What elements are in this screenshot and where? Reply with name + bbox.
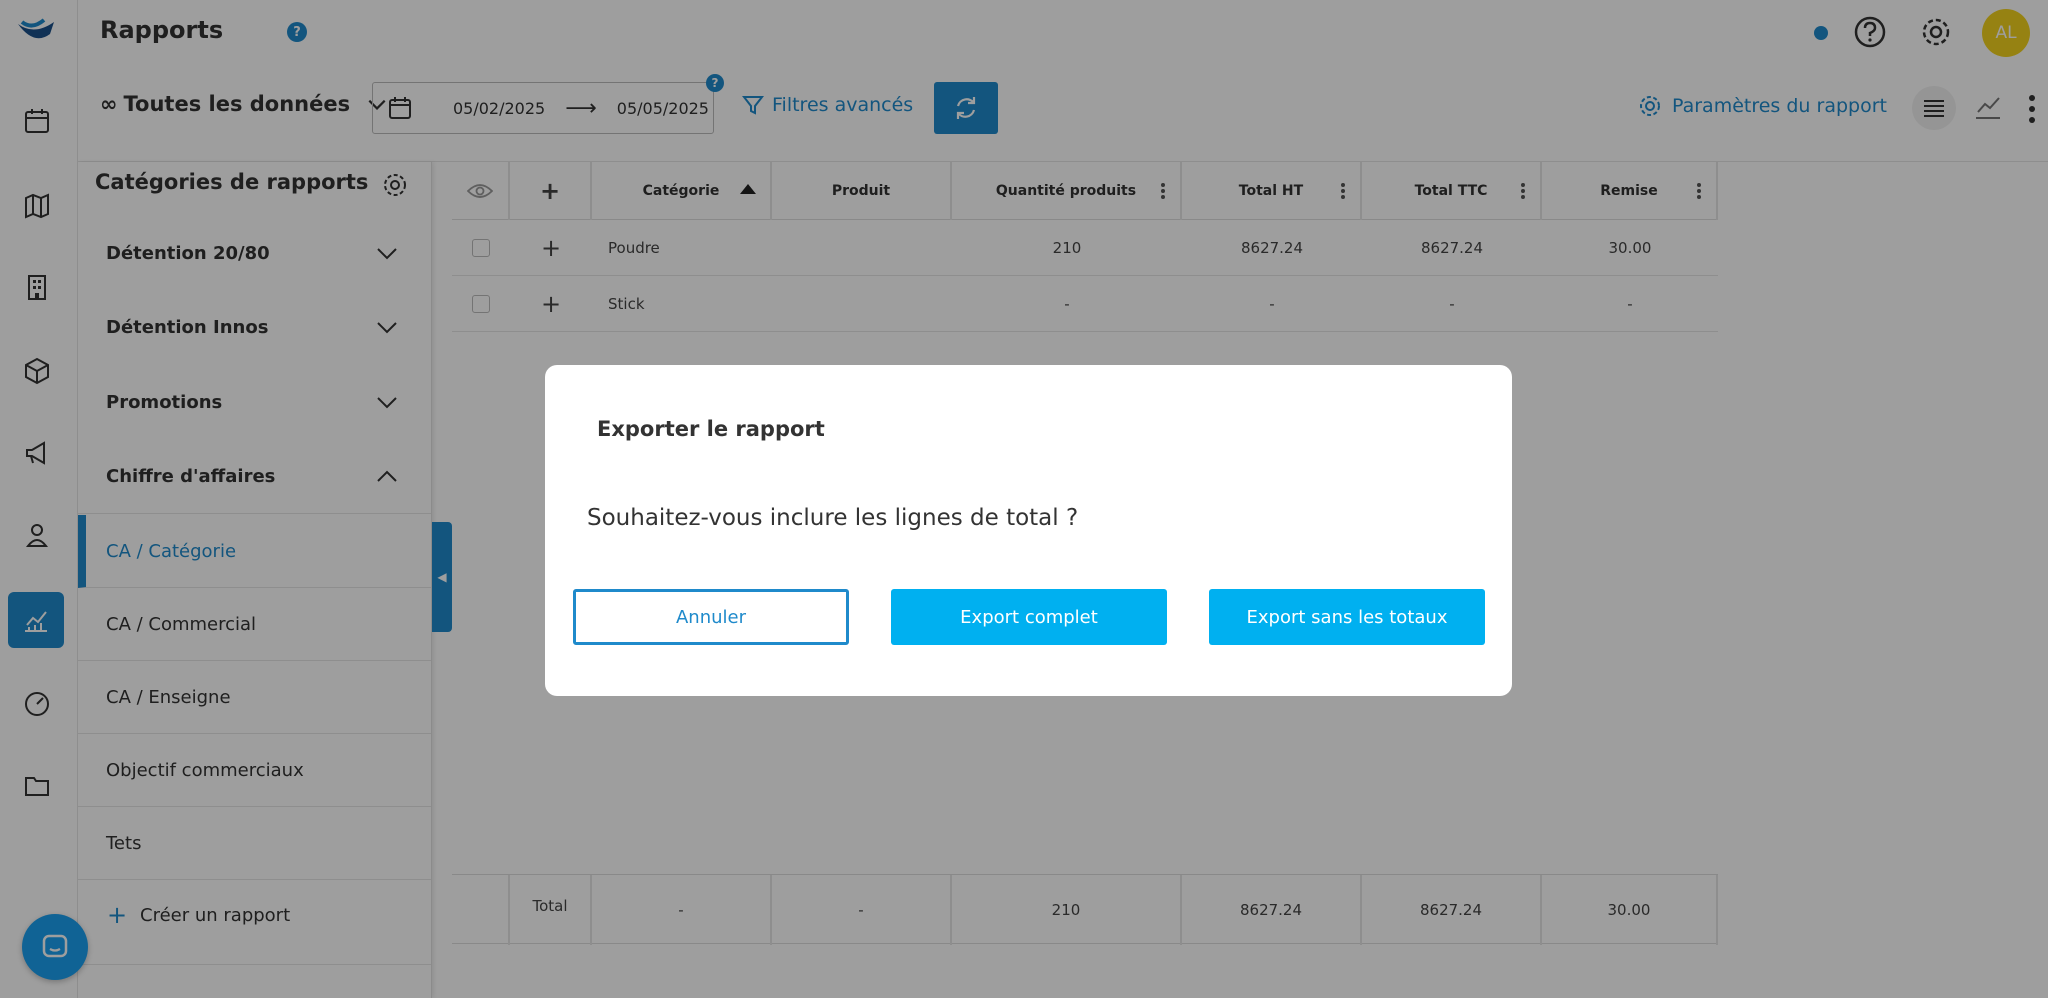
export-report-dialog: Exporter le rapport Souhaitez-vous inclu… <box>545 365 1512 696</box>
dialog-question: Souhaitez-vous inclure les lignes de tot… <box>587 505 1079 531</box>
dialog-title: Exporter le rapport <box>597 417 825 441</box>
export-without-totals-button[interactable]: Export sans les totaux <box>1209 589 1485 645</box>
export-full-button[interactable]: Export complet <box>891 589 1167 645</box>
cancel-button[interactable]: Annuler <box>573 589 849 645</box>
